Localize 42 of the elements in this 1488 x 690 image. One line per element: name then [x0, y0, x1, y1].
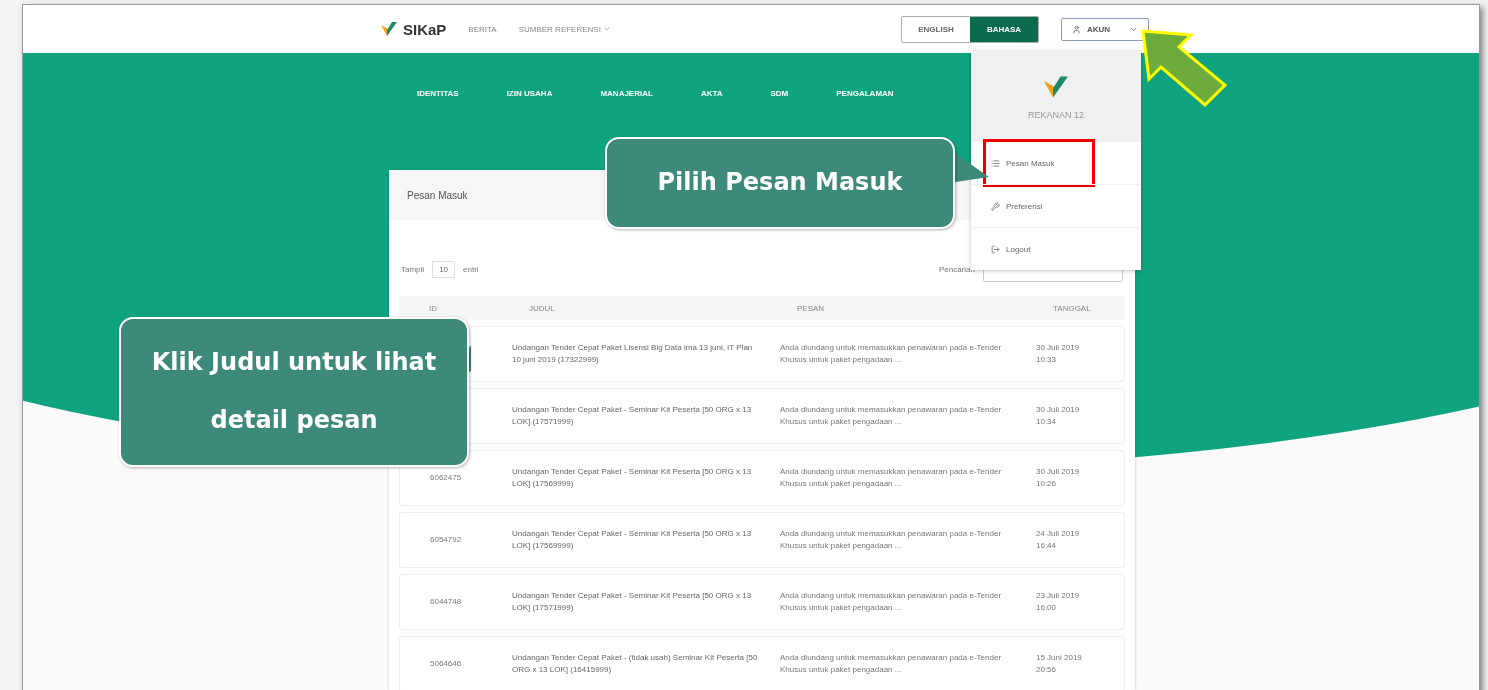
length-label: entri [463, 264, 479, 274]
date-cell-text: 24 Juli 2019 16:44 [1035, 528, 1081, 552]
dropdown-item[interactable]: Logout [971, 227, 1141, 270]
message-cell-text: Anda diundang untuk memasukkan penawaran pada e-Tender Khusus untuk paket pengadaan ... [779, 590, 1003, 614]
column-header[interactable]: ID [399, 303, 499, 313]
id-cell-text: 6054792 [429, 534, 463, 546]
message-cell-text: Anda diundang untuk memasukkan penawaran pada e-Tender Khusus untuk paket pengadaan ... [779, 342, 1003, 366]
user-icon [1072, 24, 1081, 34]
title-link[interactable]: Undangan Tender Cepat Paket - Seminar Kit Peserta [50 ORG x 13 LOK] (17569999) [500, 466, 768, 490]
column-header[interactable]: TANGGAL [1023, 303, 1125, 313]
date-cell-text: 30 Juli 2019 10:33 [1035, 342, 1081, 366]
nav-link[interactable]: BERITA [468, 24, 497, 34]
account-name: REKANAN 12 [1028, 110, 1084, 120]
title-link[interactable]: Undangan Tender Cepat Paket - Seminar Kit Peserta [50 ORG x 13 LOK] (17571999) [500, 404, 768, 428]
column-header[interactable]: PESAN [767, 303, 1023, 313]
title-link[interactable]: Undangan Tender Cepat Paket - Seminar Kit Peserta [50 ORG x 13 LOK] (17571999) [500, 590, 768, 614]
date-cell-text: 30 Juli 2019 10:26 [1035, 466, 1081, 490]
callout: Klik Judul untuk lihat detail pesan [119, 317, 469, 467]
length-select[interactable]: 10 [432, 260, 456, 278]
length-label: Tampil [401, 264, 425, 274]
dropdown-item[interactable]: Preferensi [971, 184, 1141, 227]
message-cell-text: Anda diundang untuk memasukkan penawaran pada e-Tender Khusus untuk paket pengadaan ... [779, 652, 1003, 676]
language-button[interactable]: BAHASA [970, 16, 1038, 42]
id-cell-text: 5064646 [429, 658, 463, 670]
inbox-icon [991, 158, 1000, 168]
title-link[interactable]: Undangan Tender Cepat Paket - Seminar Kit Peserta [50 ORG x 13 LOK] (17569999) [500, 528, 768, 552]
column-header[interactable]: JUDUL [499, 303, 767, 313]
logout-icon [991, 244, 1000, 254]
date-cell-text: 15 Juni 2019 20:56 [1035, 652, 1083, 676]
settings-icon [991, 201, 1000, 211]
title-link[interactable]: Undangan Tender Cepat Paket - (tidak usah) Seminar Kit Peserta [50 ORG x 13 LOK] (16415999) [500, 652, 768, 676]
message-cell-text: Anda diundang untuk memasukkan penawaran pada e-Tender Khusus untuk paket pengadaan ... [779, 404, 1003, 428]
date-cell-text: 23 Juli 2019 16:00 [1035, 590, 1081, 614]
id-cell-text: 6044748 [429, 596, 463, 608]
date-cell-text: 30 Juli 2019 10:34 [1035, 404, 1081, 428]
logo[interactable]: SIKaP [379, 19, 447, 39]
message-cell-text: Anda diundang untuk memasukkan penawaran pada e-Tender Khusus untuk paket pengadaan ... [779, 466, 1003, 490]
id-cell-text: 6062475 [429, 472, 463, 484]
nav-link[interactable]: SUMBER REFERENSI [518, 24, 611, 34]
title-link[interactable]: Undangan Tender Cepat Paket Lisensi Big Data ima 13 juni, IT Plan 10 juni 2019 (17322999) [500, 342, 768, 366]
message-cell-text: Anda diundang untuk memasukkan penawaran pada e-Tender Khusus untuk paket pengadaan ... [779, 528, 1003, 552]
callout: Pilih Pesan Masuk [605, 137, 955, 229]
